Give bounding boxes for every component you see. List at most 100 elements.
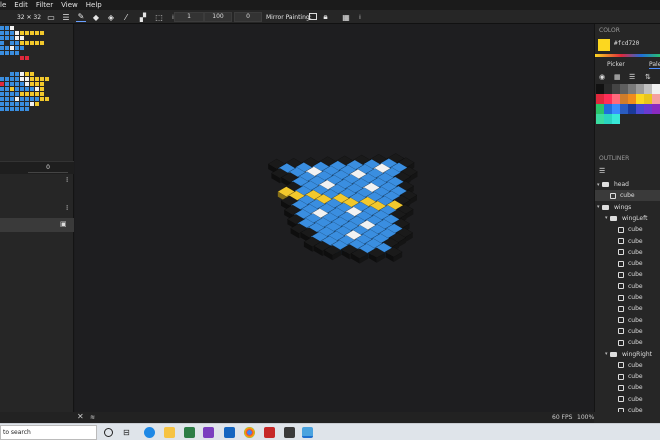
outliner-cube[interactable]: cube [595,394,660,405]
mirror-checkbox[interactable] [309,13,317,20]
outliner-cube[interactable]: cube [595,315,660,326]
palette-swatch[interactable] [652,94,660,104]
outliner-cube[interactable]: cube [595,360,660,371]
menu-filter[interactable]: Filter [36,0,53,10]
palette-swatch[interactable] [612,114,620,124]
left-field[interactable]: 0 [28,164,68,173]
outliner-folder[interactable]: ▾ wingLeft [595,213,660,224]
outliner-cube[interactable]: cube [595,224,660,235]
palette-swatch[interactable] [636,94,644,104]
outliner-folder[interactable]: ▾ wings [595,202,660,213]
more-icon[interactable]: ⁞ [66,176,68,184]
app-icon-dark[interactable] [284,427,295,438]
palette-swatch[interactable] [604,114,612,124]
more-icon-2[interactable]: ⁞ [66,204,68,212]
edge-icon[interactable] [144,427,155,438]
palette-swatch[interactable] [596,104,604,114]
palette-swatch[interactable] [604,104,612,114]
grid-settings-icon[interactable]: ⁞ [355,12,365,22]
outliner-cube[interactable]: cube [595,247,660,258]
palette-grid[interactable] [595,82,660,130]
selected-layer-row[interactable]: ▣ [0,218,74,232]
outliner-folder[interactable]: ▾ wingRight [595,349,660,360]
outliner-cube[interactable]: cube [595,292,660,303]
goxel-app-icon[interactable] [302,427,313,438]
chrome-icon[interactable] [244,427,255,438]
palette-swatch[interactable] [612,94,620,104]
hamburger-icon[interactable]: ☰ [61,12,71,22]
menu-view[interactable]: View [61,0,78,10]
palette-swatch[interactable] [620,104,628,114]
palette-swatch[interactable] [604,94,612,104]
lock-icon[interactable]: 🔒︎ [321,12,330,22]
outliner-cube[interactable]: cube [595,281,660,292]
palette-swatch[interactable] [636,84,644,94]
menu-file[interactable]: le [0,0,6,10]
mail-icon[interactable] [224,427,235,438]
palette-swatch[interactable] [612,104,620,114]
brush-icon[interactable]: ✎ [76,12,86,22]
palette-swatch[interactable] [620,84,628,94]
outliner-folder[interactable]: ▾ head [595,179,660,190]
sort-icon[interactable]: ⇅ [645,73,651,81]
outliner-cube[interactable]: cube [595,382,660,393]
store-icon[interactable] [184,427,195,438]
field-value[interactable]: 0 [234,12,262,22]
outliner-cube[interactable]: cube [595,303,660,314]
palette-swatch[interactable] [644,104,652,114]
cubes-icon[interactable]: ▞ [138,12,148,22]
color-hex[interactable]: #fcd720 [614,40,639,47]
palette-swatch[interactable] [620,94,628,104]
outliner-cube[interactable]: cube [595,258,660,269]
tab-palette[interactable]: Pale [649,61,660,69]
layers-icon[interactable]: ≋ [90,414,95,421]
outliner-cube[interactable]: cube [595,371,660,382]
current-color-swatch[interactable] [598,39,610,51]
list-view-icon[interactable]: ☰ [629,73,635,81]
field-opacity[interactable]: 100 [204,12,232,22]
taskbar-search[interactable]: to search [0,425,97,440]
eraser-icon[interactable]: ◈ [106,12,116,22]
grid-icon[interactable]: ▦ [341,12,351,22]
outliner-cube[interactable]: cube [595,326,660,337]
grid-view-icon[interactable]: ▦ [614,73,621,81]
outliner-cube[interactable]: cube [595,236,660,247]
widgets-icon[interactable]: ⊟ [123,427,134,438]
save-icon[interactable]: ▣ [60,220,67,228]
palette-swatch[interactable] [628,84,636,94]
palette-swatch[interactable] [652,104,660,114]
task-view-icon[interactable] [104,428,113,437]
outliner-cube[interactable]: cube [595,190,660,202]
tab-picker[interactable]: Picker [607,61,625,68]
app-icon-red[interactable] [264,427,275,438]
palette-swatch[interactable] [596,94,604,104]
3d-viewport[interactable] [75,24,594,412]
eyedropper-icon[interactable]: ⁄ [121,12,131,22]
fill-bucket-icon[interactable]: ◆ [91,12,101,22]
menu-edit[interactable]: Edit [14,0,28,10]
transform-icon[interactable]: ⬚ [154,12,164,22]
outliner-cube[interactable]: cube [595,337,660,348]
palette-swatch[interactable] [628,94,636,104]
palette-swatch[interactable] [596,84,604,94]
palette-swatch[interactable] [652,84,660,94]
palette-swatch[interactable] [636,104,644,114]
menu-help[interactable]: Help [86,0,102,10]
palette-icon[interactable]: ◉ [599,73,605,81]
voxel-model[interactable] [75,24,594,412]
palette-swatch[interactable] [604,84,612,94]
field-size[interactable]: 1 [174,12,204,22]
close-icon[interactable]: ✕ [77,412,84,421]
file-explorer-icon[interactable] [164,427,175,438]
outliner-cube[interactable]: cube [595,405,660,412]
palette-swatch[interactable] [628,104,636,114]
window-icon[interactable]: ▭ [46,12,56,22]
palette-swatch[interactable] [612,84,620,94]
outliner-menu-icon[interactable]: ☰ [599,167,605,175]
palette-swatch[interactable] [644,94,652,104]
visual-studio-icon[interactable] [203,427,214,438]
texture-pixel [10,31,14,35]
palette-swatch[interactable] [644,84,652,94]
palette-swatch[interactable] [596,114,604,124]
outliner-cube[interactable]: cube [595,269,660,280]
